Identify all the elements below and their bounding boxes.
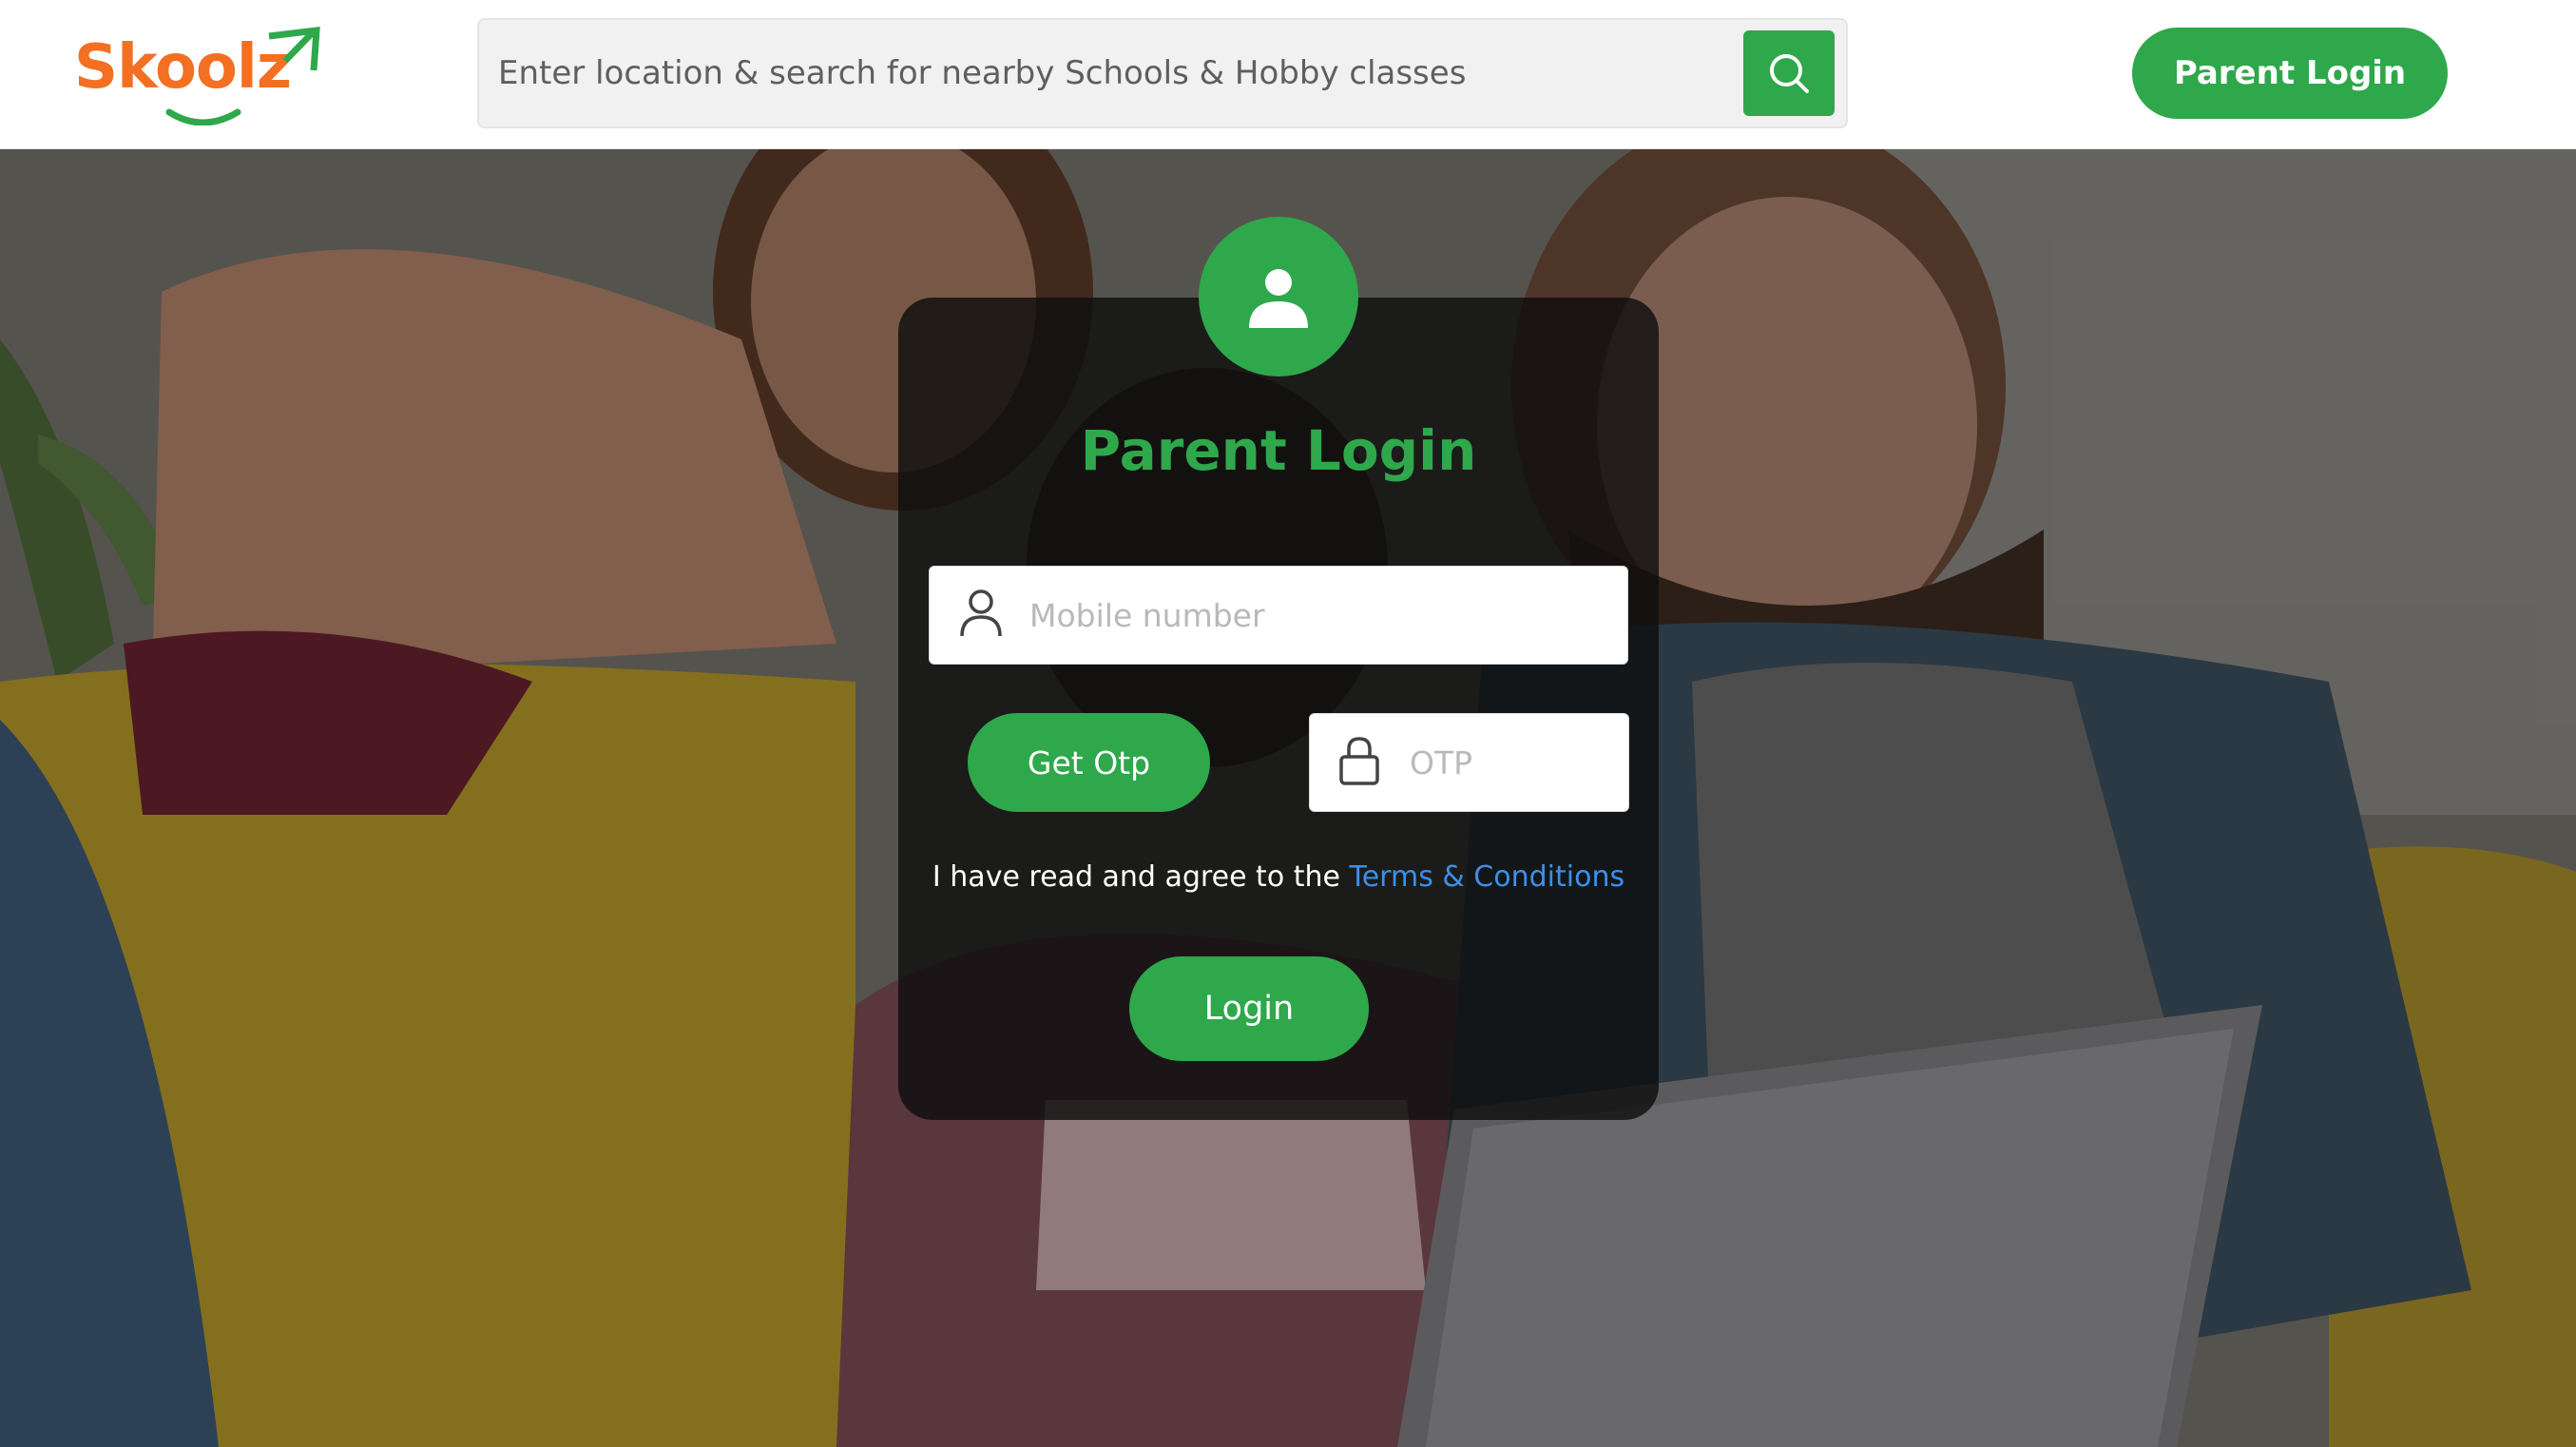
- user-avatar-icon: [1249, 269, 1308, 328]
- logo-mark-icon: [165, 27, 320, 125]
- search-input[interactable]: [498, 20, 1734, 126]
- search-icon: [1770, 54, 1809, 93]
- search-button[interactable]: [1743, 30, 1835, 116]
- lock-icon: [1338, 736, 1380, 789]
- terms-agreement: I have read and agree to the Terms & Con…: [898, 860, 1659, 894]
- header-parent-login-button[interactable]: Parent Login: [2132, 28, 2448, 119]
- mobile-number-field: [929, 566, 1628, 665]
- skoolz-logo[interactable]: Skoolz: [74, 27, 331, 125]
- mobile-number-input[interactable]: [1029, 567, 1600, 664]
- terms-text: I have read and agree to the: [932, 860, 1350, 894]
- get-otp-button[interactable]: Get Otp: [968, 713, 1210, 812]
- login-avatar-badge: [1199, 217, 1358, 376]
- otp-field: [1309, 713, 1629, 812]
- login-button[interactable]: Login: [1129, 956, 1369, 1061]
- user-outline-icon: [958, 588, 1004, 642]
- terms-link[interactable]: Terms & Conditions: [1349, 860, 1624, 894]
- search-bar: [477, 18, 1848, 128]
- top-header: Skoolz Parent Login: [0, 0, 2576, 149]
- login-title: Parent Login: [1080, 418, 1477, 483]
- otp-input[interactable]: [1410, 714, 1609, 811]
